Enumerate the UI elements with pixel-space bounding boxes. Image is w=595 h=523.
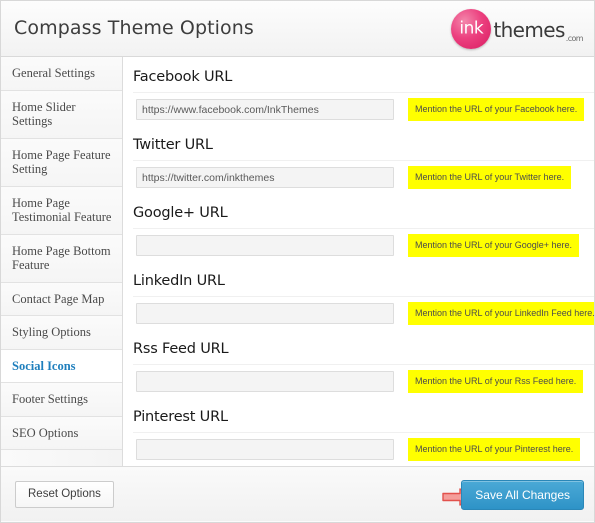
logo-word-text: themes (493, 18, 565, 42)
sidebar-item-label: Home Page Feature Setting (12, 147, 111, 177)
pinterest-url-hint: Mention the URL of your Pinterest here. (408, 438, 581, 461)
field-row: Mention the URL of your Pinterest here. (133, 432, 594, 466)
rss-feed-url-hint: Mention the URL of your Rss Feed here. (408, 370, 584, 393)
reset-options-button[interactable]: Reset Options (15, 481, 114, 508)
logo-tld-text: .com (565, 34, 584, 43)
sidebar-item-footer-settings[interactable]: Footer Settings (1, 383, 122, 417)
linkedin-url-hint: Mention the URL of your LinkedIn Feed he… (408, 302, 594, 325)
sidebar-item-social-icons[interactable]: Social Icons (1, 349, 122, 383)
facebook-url-hint: Mention the URL of your Facebook here. (408, 98, 585, 121)
googleplus-url-input[interactable] (136, 235, 394, 256)
logo-wordmark: themes.com (493, 18, 584, 43)
sidebar-item-contact-page-map[interactable]: Contact Page Map (1, 282, 122, 316)
sidebar-item-seo-options[interactable]: SEO Options (1, 416, 122, 450)
field-label: Pinterest URL (133, 409, 228, 425)
field-label: Twitter URL (133, 137, 213, 153)
page-body: General Settings Home Slider Settings Ho… (1, 57, 594, 466)
twitter-url-hint: Mention the URL of your Twitter here. (408, 166, 572, 189)
sidebar-item-label: Social Icons (12, 358, 76, 373)
field-rss-feed-url: Rss Feed URL Mention the URL of your Rss… (133, 341, 594, 398)
field-linkedin-url: LinkedIn URL Mention the URL of your Lin… (133, 273, 594, 330)
sidebar-item-styling-options[interactable]: Styling Options (1, 316, 122, 350)
field-row: Mention the URL of your Google+ here. (133, 228, 594, 262)
field-row: Mention the URL of your Twitter here. (133, 160, 594, 194)
twitter-url-input[interactable] (136, 167, 394, 188)
page-footer: Reset Options Save All Changes (1, 466, 594, 521)
sidebar-item-label: Contact Page Map (12, 291, 105, 306)
sidebar-item-home-slider-settings[interactable]: Home Slider Settings (1, 90, 122, 139)
save-all-changes-button[interactable]: Save All Changes (461, 480, 584, 510)
pinterest-url-input[interactable] (136, 439, 394, 460)
field-facebook-url: Facebook URL Mention the URL of your Fac… (133, 69, 594, 126)
facebook-url-input[interactable] (136, 99, 394, 120)
sidebar-item-label: Home Page Testimonial Feature (12, 195, 112, 225)
page-header: Compass Theme Options ink themes.com (1, 1, 594, 57)
field-label: Google+ URL (133, 205, 228, 221)
linkedin-url-input[interactable] (136, 303, 394, 324)
theme-options-page: Compass Theme Options ink themes.com Gen… (0, 0, 595, 523)
googleplus-url-hint: Mention the URL of your Google+ here. (408, 234, 580, 257)
field-row: Mention the URL of your Rss Feed here. (133, 364, 594, 398)
field-row: Mention the URL of your Facebook here. (133, 92, 594, 126)
field-label: Rss Feed URL (133, 341, 229, 357)
sidebar-item-label: Home Page Bottom Feature (12, 243, 111, 273)
page-title: Compass Theme Options (14, 17, 254, 39)
logo-mark-text: ink (459, 18, 484, 39)
social-icons-form: Facebook URL Mention the URL of your Fac… (123, 57, 594, 466)
field-label: LinkedIn URL (133, 273, 225, 289)
rss-feed-url-input[interactable] (136, 371, 394, 392)
inkthemes-logo: ink themes.com (451, 8, 584, 50)
sidebar-item-home-page-bottom-feature[interactable]: Home Page Bottom Feature (1, 234, 122, 283)
sidebar-item-home-page-feature-setting[interactable]: Home Page Feature Setting (1, 138, 122, 187)
field-googleplus-url: Google+ URL Mention the URL of your Goog… (133, 205, 594, 262)
field-row: Mention the URL of your LinkedIn Feed he… (133, 296, 594, 330)
logo-circle-icon: ink (451, 9, 492, 49)
sidebar-item-label: Home Slider Settings (12, 99, 76, 129)
sidebar-item-home-page-testimonial-feature[interactable]: Home Page Testimonial Feature (1, 186, 122, 235)
sidebar-item-label: Styling Options (12, 325, 91, 339)
field-label: Facebook URL (133, 69, 233, 85)
field-pinterest-url: Pinterest URL Mention the URL of your Pi… (133, 409, 594, 466)
settings-sidebar: General Settings Home Slider Settings Ho… (1, 57, 123, 466)
sidebar-item-label: Footer Settings (12, 392, 89, 406)
sidebar-item-general-settings[interactable]: General Settings (1, 57, 122, 91)
sidebar-item-label: General Settings (12, 66, 95, 80)
field-twitter-url: Twitter URL Mention the URL of your Twit… (133, 137, 594, 194)
sidebar-item-label: SEO Options (12, 425, 79, 440)
